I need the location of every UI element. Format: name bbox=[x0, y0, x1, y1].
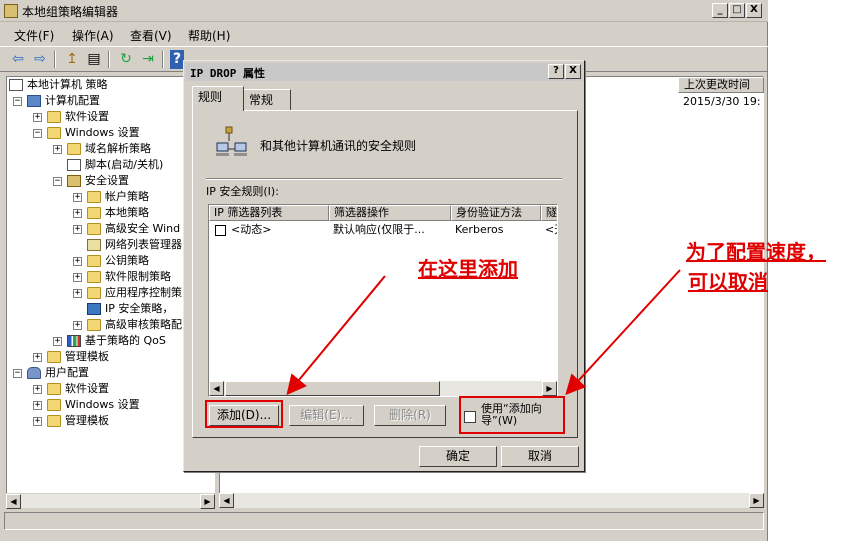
arrow-to-add-button bbox=[286, 275, 386, 396]
annotation-add-here: 在这里添加 bbox=[418, 257, 518, 281]
arrow-to-wizard-checkbox bbox=[565, 269, 681, 395]
annotation-cancel-note-line1: 为了配置速度， bbox=[686, 240, 826, 264]
tab-rules[interactable]: 规则 bbox=[192, 86, 244, 111]
annotation-cancel-note-line2: 可以取消 bbox=[688, 270, 768, 294]
